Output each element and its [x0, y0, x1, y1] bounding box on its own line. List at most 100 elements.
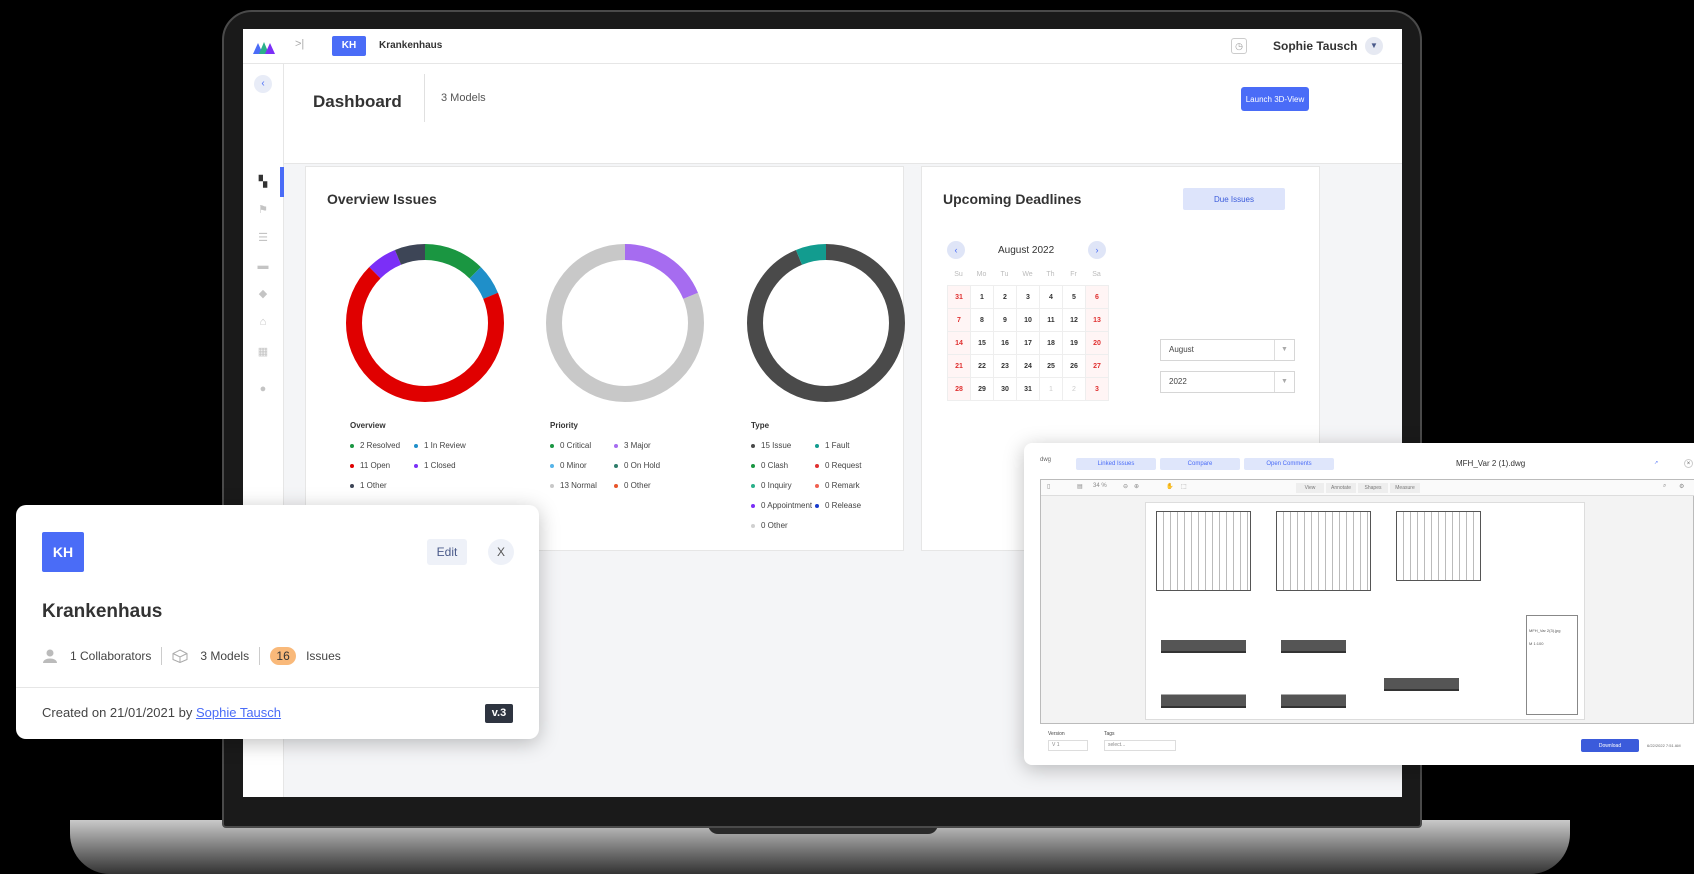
download-button[interactable]: Download	[1581, 739, 1639, 752]
calendar-day[interactable]: 8	[971, 309, 994, 332]
calendar-day[interactable]: 21	[948, 355, 971, 378]
folder-icon[interactable]: ▬	[255, 259, 271, 273]
select-icon[interactable]: ⬚	[1181, 483, 1187, 490]
legend-item[interactable]: 0 Other	[751, 521, 788, 530]
legend-item[interactable]: 0 Minor	[550, 461, 587, 470]
models-icon[interactable]: ▦	[255, 345, 271, 359]
calendar-day[interactable]: 2	[994, 286, 1017, 309]
calendar-day[interactable]: 6	[1086, 286, 1109, 309]
calendar-day[interactable]: 16	[994, 332, 1017, 355]
calendar-day[interactable]: 26	[1063, 355, 1086, 378]
tab-annotate[interactable]: Annotate	[1326, 483, 1356, 493]
list-icon[interactable]: ☰	[255, 231, 271, 245]
due-issues-button[interactable]: Due Issues	[1183, 188, 1285, 210]
expand-icon[interactable]: >|	[295, 38, 304, 50]
open-comments-button[interactable]: Open Comments	[1244, 458, 1334, 470]
legend-item[interactable]: 13 Normal	[550, 481, 597, 490]
calendar-day[interactable]: 4	[1040, 286, 1063, 309]
app-logo-icon[interactable]	[253, 38, 275, 54]
project-name[interactable]: Krankenhaus	[379, 40, 442, 51]
zoom-level[interactable]: 34 %	[1093, 483, 1107, 489]
inbox-icon[interactable]: ⌂	[255, 315, 271, 329]
zoom-in-icon[interactable]: ⊕	[1134, 483, 1139, 490]
calendar-day[interactable]: 1	[971, 286, 994, 309]
calendar-day[interactable]: 28	[948, 378, 971, 401]
compare-button[interactable]: Compare	[1160, 458, 1240, 470]
user-menu-chevron-icon[interactable]: ▼	[1365, 37, 1383, 55]
legend-item[interactable]: 0 Appointment	[751, 501, 812, 510]
calendar-day[interactable]: 13	[1086, 309, 1109, 332]
flag-icon[interactable]: ⚑	[255, 203, 271, 217]
calendar-day[interactable]: 11	[1040, 309, 1063, 332]
calendar-day[interactable]: 3	[1086, 378, 1109, 401]
drawing-viewer[interactable]: ▯ ▤ 34 % ⊖ ⊕ ✋ ⬚ View Annotate Shapes Me…	[1040, 479, 1694, 724]
donut-segment[interactable]	[747, 244, 905, 402]
dashboard-icon[interactable]: ▚	[255, 175, 271, 189]
calendar-next-icon[interactable]: ›	[1088, 241, 1106, 259]
zoom-out-icon[interactable]: ⊖	[1123, 483, 1128, 490]
calendar-day[interactable]: 23	[994, 355, 1017, 378]
calendar-day[interactable]: 29	[971, 378, 994, 401]
calendar-prev-icon[interactable]: ‹	[947, 241, 965, 259]
project-badge[interactable]: KH	[332, 36, 366, 56]
tab-measure[interactable]: Measure	[1390, 483, 1420, 493]
gear-icon[interactable]: ⚙	[1679, 483, 1684, 490]
calendar-day[interactable]: 25	[1040, 355, 1063, 378]
legend-item[interactable]: 3 Major	[614, 441, 651, 450]
legend-item[interactable]: 0 Inquiry	[751, 481, 792, 490]
legend-item[interactable]: 2 Resolved	[350, 441, 400, 450]
legend-item[interactable]: 0 Critical	[550, 441, 591, 450]
tag-icon[interactable]: ◆	[255, 287, 271, 301]
calendar-day[interactable]: 27	[1086, 355, 1109, 378]
legend-item[interactable]: 0 On Hold	[614, 461, 660, 470]
calendar-day[interactable]: 31	[1017, 378, 1040, 401]
tab-shapes[interactable]: Shapes	[1358, 483, 1388, 493]
calendar-day[interactable]: 18	[1040, 332, 1063, 355]
sidebar-toggle-icon[interactable]: ▯	[1047, 483, 1050, 490]
calendar-day[interactable]: 15	[971, 332, 994, 355]
month-select[interactable]: August ▼	[1160, 339, 1295, 361]
clock-icon[interactable]: ◷	[1231, 38, 1247, 54]
close-button[interactable]: X	[488, 539, 514, 565]
legend-item[interactable]: 1 Fault	[815, 441, 849, 450]
donut-chart-overview[interactable]	[346, 244, 504, 402]
legend-item[interactable]: 1 In Review	[414, 441, 466, 450]
calendar-day[interactable]: 17	[1017, 332, 1040, 355]
launch-3d-view-button[interactable]: Launch 3D-View	[1241, 87, 1309, 111]
version-select[interactable]: V 1	[1048, 740, 1088, 751]
calendar-day[interactable]: 5	[1063, 286, 1086, 309]
legend-item[interactable]: 1 Other	[350, 481, 387, 490]
calendar-day[interactable]: 19	[1063, 332, 1086, 355]
legend-item[interactable]: 15 Issue	[751, 441, 791, 450]
legend-item[interactable]: 1 Closed	[414, 461, 456, 470]
legend-item[interactable]: 0 Remark	[815, 481, 860, 490]
calendar-day[interactable]: 3	[1017, 286, 1040, 309]
pan-icon[interactable]: ✋	[1166, 483, 1173, 490]
search-icon[interactable]: ⌕	[1663, 483, 1666, 490]
tab-view[interactable]: View	[1296, 483, 1324, 493]
user-name[interactable]: Sophie Tausch	[1273, 39, 1357, 53]
external-link-icon[interactable]: ↗	[1654, 460, 1658, 466]
page-icon[interactable]: ▤	[1077, 483, 1083, 490]
calendar-day[interactable]: 31	[948, 286, 971, 309]
legend-item[interactable]: 11 Open	[350, 461, 390, 470]
viewer-close-icon[interactable]: ×	[1684, 459, 1693, 468]
donut-chart-priority[interactable]	[546, 244, 704, 402]
calendar-day[interactable]: 1	[1040, 378, 1063, 401]
donut-chart-type[interactable]	[747, 244, 905, 402]
user-icon[interactable]: ●	[255, 382, 271, 396]
calendar-day[interactable]: 24	[1017, 355, 1040, 378]
calendar-day[interactable]: 20	[1086, 332, 1109, 355]
legend-item[interactable]: 0 Clash	[751, 461, 788, 470]
calendar-day[interactable]: 7	[948, 309, 971, 332]
calendar-day[interactable]: 9	[994, 309, 1017, 332]
legend-item[interactable]: 0 Request	[815, 461, 861, 470]
legend-item[interactable]: 0 Release	[815, 501, 861, 510]
linked-issues-button[interactable]: Linked Issues	[1076, 458, 1156, 470]
creator-link[interactable]: Sophie Tausch	[196, 705, 281, 720]
calendar-day[interactable]: 12	[1063, 309, 1086, 332]
collapse-sidebar-icon[interactable]: ‹	[254, 75, 272, 93]
legend-item[interactable]: 0 Other	[614, 481, 651, 490]
edit-button[interactable]: Edit	[427, 539, 467, 565]
year-select[interactable]: 2022 ▼	[1160, 371, 1295, 393]
